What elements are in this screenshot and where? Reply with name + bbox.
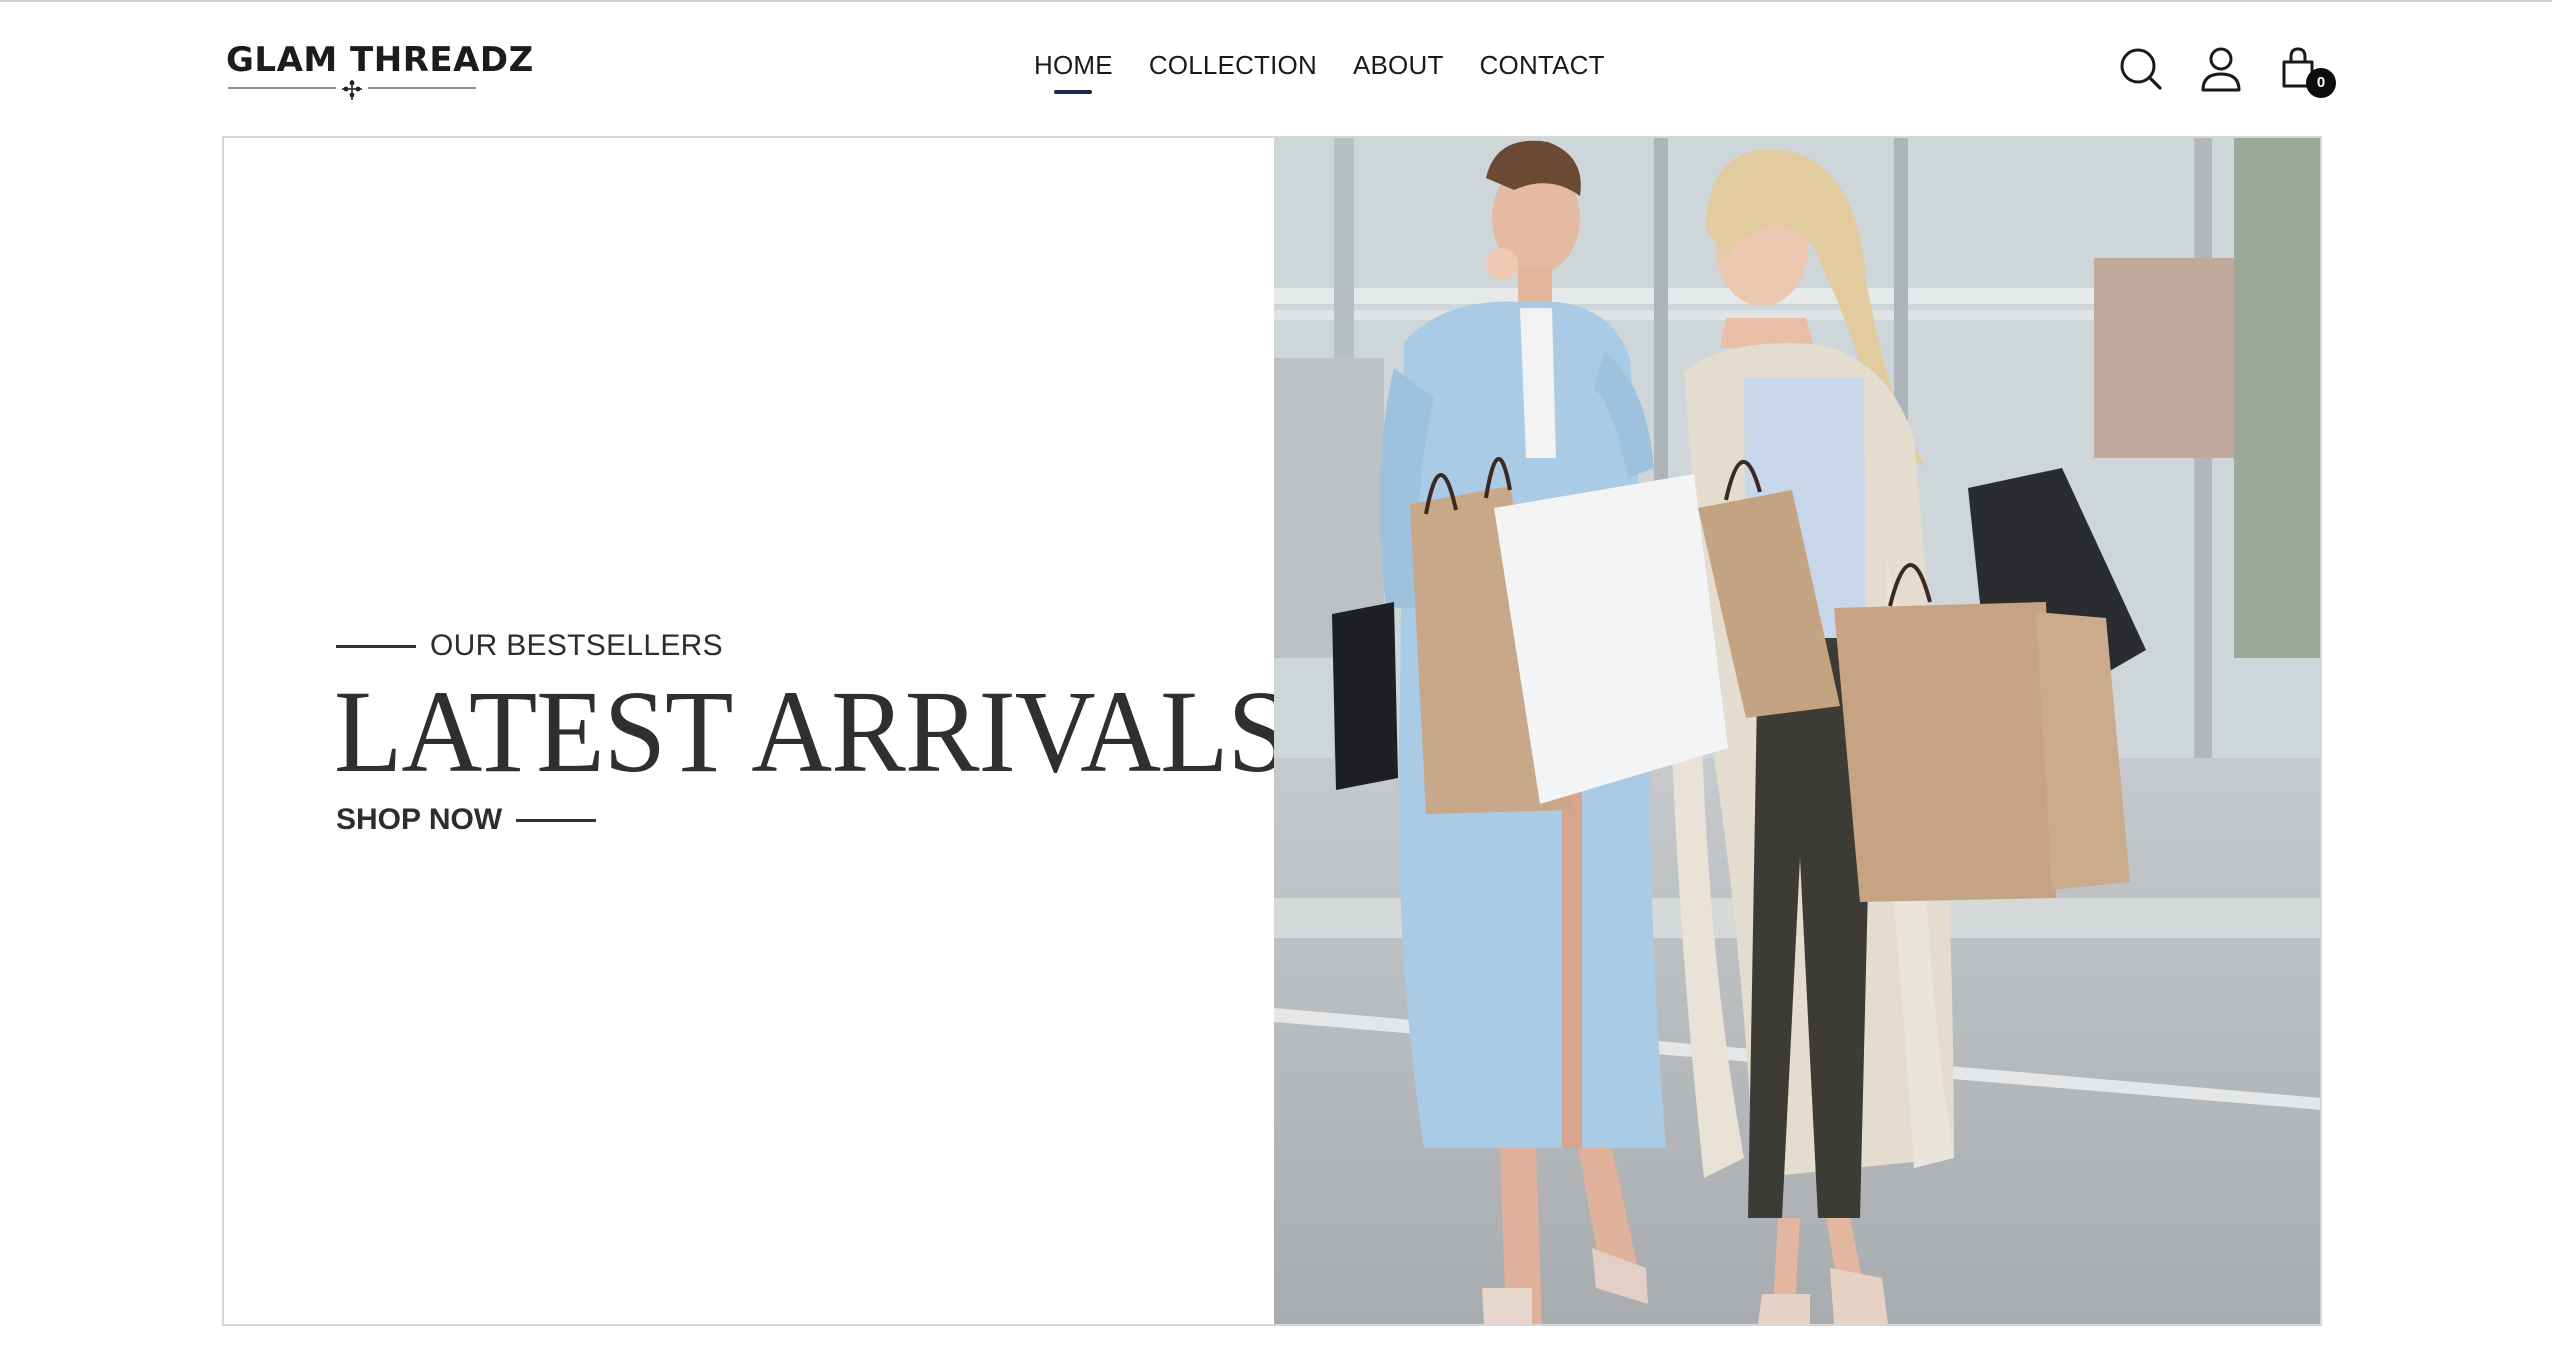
search-button[interactable] (2118, 42, 2164, 94)
hero-eyebrow: OUR BESTSELLERS (336, 626, 723, 666)
nav-about[interactable]: ABOUT (1353, 48, 1444, 102)
search-icon (2120, 48, 2162, 90)
shop-now-link[interactable]: SHOP NOW (336, 798, 597, 842)
nav-home[interactable]: HOME (1034, 48, 1113, 102)
hero-banner: OUR BESTSELLERS LATEST ARRIVALS SHOP NOW (222, 136, 2322, 1326)
hero-title: LATEST ARRIVALS (334, 667, 1290, 798)
logo-ornament-icon (228, 80, 476, 100)
brand-logo[interactable]: GLAM THREADZ (224, 40, 534, 104)
shop-now-rule (516, 818, 597, 822)
main-nav: HOME COLLECTION ABOUT CONTACT (1034, 48, 1605, 102)
nav-collection[interactable]: COLLECTION (1149, 48, 1317, 102)
eyebrow-rule (336, 644, 416, 648)
header-actions: 0 (2118, 42, 2336, 102)
hero-image (1274, 138, 2320, 1324)
hero-text-panel: OUR BESTSELLERS LATEST ARRIVALS SHOP NOW (224, 138, 1290, 1324)
cart-button[interactable]: 0 (2278, 42, 2336, 98)
user-icon (2201, 47, 2241, 92)
hero-eyebrow-text: OUR BESTSELLERS (430, 629, 723, 662)
site-header: GLAM THREADZ HOME COLLECTION ABOUT CONTA… (0, 2, 2552, 136)
shoppers-photo (1274, 138, 2320, 1324)
brand-name: GLAM THREADZ (226, 40, 534, 80)
cart-count-badge: 0 (2306, 68, 2336, 98)
account-button[interactable] (2198, 42, 2244, 94)
shop-now-label: SHOP NOW (336, 803, 503, 836)
nav-contact[interactable]: CONTACT (1480, 48, 1605, 102)
